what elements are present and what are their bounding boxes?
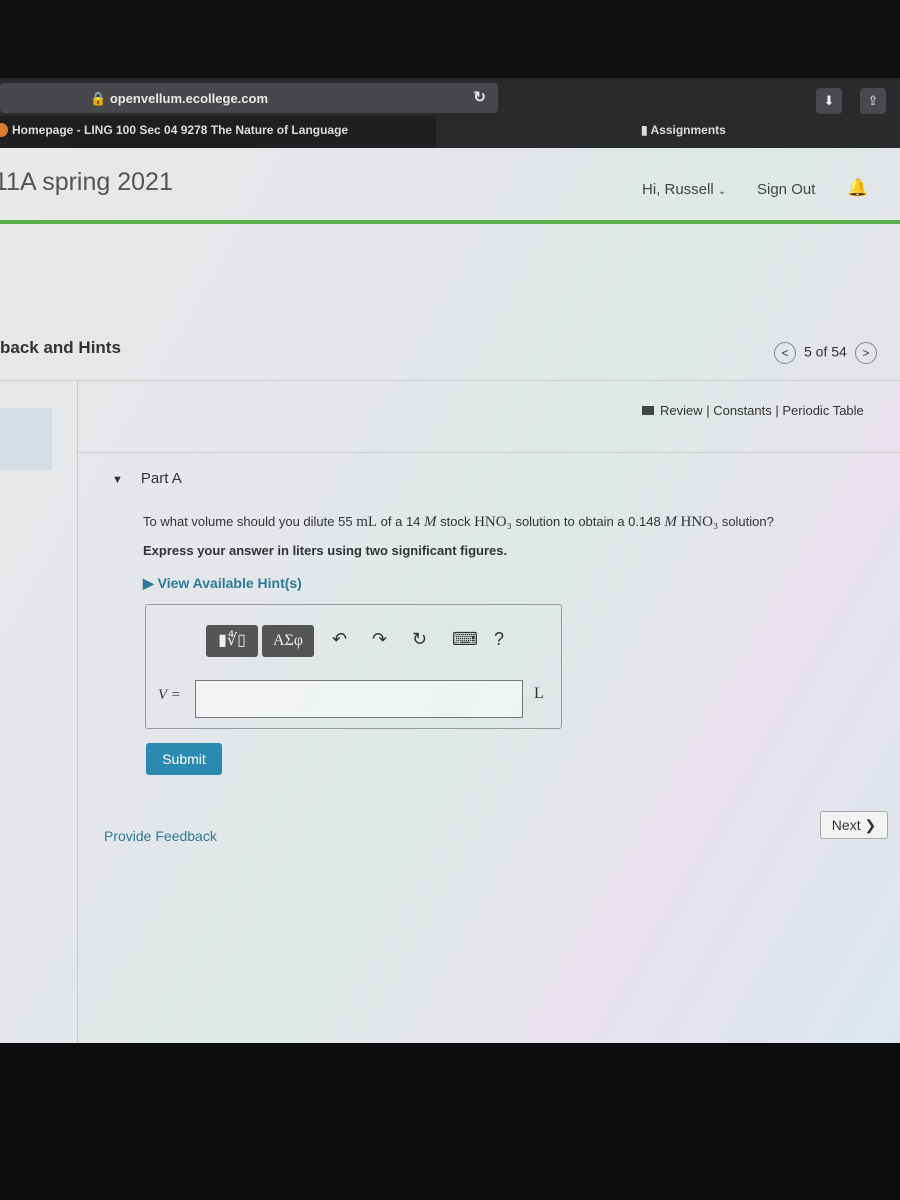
submit-button[interactable]: Submit xyxy=(146,743,222,775)
tab-label: Assignments xyxy=(650,123,726,137)
bell-icon[interactable]: 🔔 xyxy=(847,178,868,198)
pager-count: 5 of 54 xyxy=(804,343,847,360)
favicon-icon xyxy=(0,123,8,137)
chevron-down-icon: ⌄ xyxy=(717,186,727,197)
tab-homepage[interactable]: Homepage - LING 100 Sec 04 9278 The Natu… xyxy=(0,116,436,148)
part-a-header[interactable]: ▼ Part A xyxy=(112,470,200,487)
question-fragment: solution? xyxy=(718,514,774,529)
tab-label: Homepage - LING 100 Sec 04 9278 The Natu… xyxy=(12,123,349,137)
question-fragment: To what volume should you dilute 55 xyxy=(143,514,357,529)
resource-links[interactable]: Review | Constants | Periodic Table xyxy=(642,403,864,418)
question-fragment: stock xyxy=(436,514,475,529)
math-term: mL xyxy=(356,514,378,530)
next-arrow-button[interactable]: > xyxy=(854,342,877,364)
view-hints-link[interactable]: ▶ View Available Hint(s) xyxy=(143,575,302,592)
book-icon xyxy=(642,406,654,415)
url-text: 🔒 openvellum.ecollege.com xyxy=(90,91,269,106)
address-bar[interactable]: 🔒 openvellum.ecollege.com ↻ xyxy=(0,83,498,113)
answer-box: ▮∜▯ ΑΣφ ↶ ↷ ↻ ⌨ ? V = L xyxy=(145,604,562,729)
question-fragment: solution to obtain a 0.148 xyxy=(511,514,665,529)
course-title: 11A spring 2021 xyxy=(0,168,173,196)
links-text[interactable]: Review | Constants | Periodic Table xyxy=(660,403,864,418)
unit-label: L xyxy=(534,685,544,702)
math-term: HNO₃ xyxy=(680,514,719,530)
share-icon[interactable]: ⇪ xyxy=(860,88,886,114)
instruction: Express your answer in liters using two … xyxy=(143,543,508,558)
symbols-button[interactable]: ΑΣφ xyxy=(262,625,314,657)
next-button[interactable]: Next ❯ xyxy=(820,811,888,839)
tab-assignments[interactable]: ▮ Assignments xyxy=(436,116,900,148)
provide-feedback-link[interactable]: Provide Feedback xyxy=(104,828,217,844)
help-icon[interactable]: ? xyxy=(494,629,504,650)
collapse-icon[interactable]: ▼ xyxy=(112,474,123,486)
variable-label: V = xyxy=(158,687,181,703)
download-icon[interactable]: ⬇ xyxy=(816,88,842,114)
reset-icon[interactable]: ↻ xyxy=(412,629,427,650)
pager: <5 of 54 > xyxy=(766,342,885,364)
user-menu[interactable]: Hi, Russell ⌄ xyxy=(642,181,726,198)
template-button[interactable]: ▮∜▯ xyxy=(206,625,258,657)
answer-input[interactable] xyxy=(195,680,523,718)
header-divider xyxy=(0,220,900,224)
sidebar xyxy=(0,380,78,1043)
math-term: M xyxy=(664,514,677,530)
math-toolbar: ▮∜▯ ΑΣφ ↶ ↷ ↻ ⌨ ? xyxy=(202,615,548,665)
question-text: To what volume should you dilute 55 mL o… xyxy=(143,514,774,531)
redo-icon[interactable]: ↷ xyxy=(372,629,387,650)
screen-bezel xyxy=(0,0,900,78)
math-term: M xyxy=(424,514,437,530)
keyboard-icon[interactable]: ⌨ xyxy=(452,629,478,650)
divider xyxy=(78,452,900,453)
url: openvellum.ecollege.com xyxy=(109,91,269,106)
sign-out-link[interactable]: Sign Out xyxy=(757,181,815,198)
section-title: back and Hints xyxy=(0,338,121,357)
sidebar-item[interactable] xyxy=(0,408,52,470)
prev-button[interactable]: < xyxy=(774,342,796,364)
reload-icon[interactable]: ↻ xyxy=(473,88,486,106)
math-term: HNO₃ xyxy=(474,514,512,530)
greeting: Hi, Russell xyxy=(642,181,714,198)
question-fragment: of a 14 xyxy=(377,514,425,529)
browser-chrome: 🔒 openvellum.ecollege.com ↻ ⬇ ⇪ Homepage… xyxy=(0,78,900,148)
undo-icon[interactable]: ↶ xyxy=(332,629,347,650)
part-label: Part A xyxy=(140,470,182,487)
page: 11A spring 2021 Hi, Russell ⌄ Sign Out 🔔… xyxy=(0,148,900,1043)
divider xyxy=(0,380,900,381)
